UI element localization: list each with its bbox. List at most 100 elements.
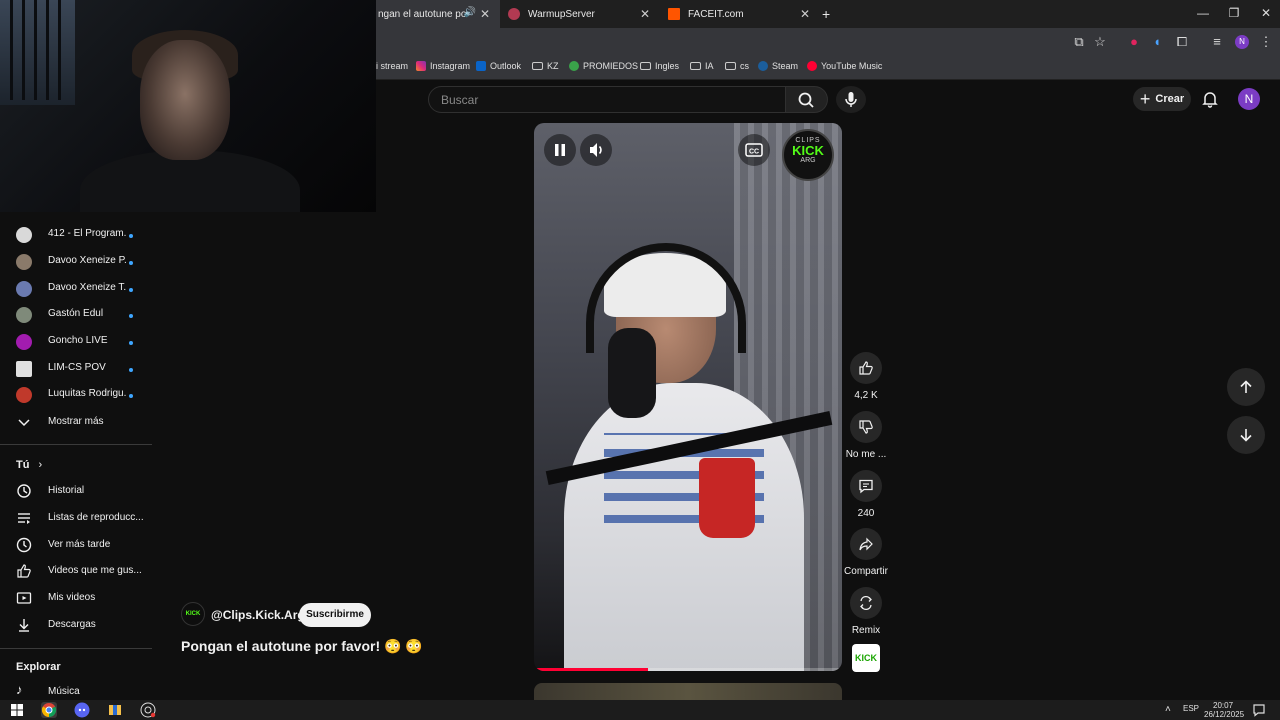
video-microphone [608,328,656,418]
bookmark-cs[interactable]: cs [725,61,749,71]
close-tab-icon[interactable]: ✕ [640,7,650,21]
video-red-cup [699,458,755,538]
subscription-name: Davoo Xeneize T... [48,282,126,293]
media-icon[interactable]: ≡ [1208,34,1226,50]
promiedos-icon [569,61,579,71]
obs-icon[interactable] [140,702,156,718]
pause-button[interactable] [544,134,576,166]
minimize-icon[interactable]: — [1193,6,1213,20]
next-short-button[interactable] [1227,416,1265,454]
channel-thumbnail-text: KICK [855,653,877,663]
search-placeholder: Buscar [441,93,479,107]
bookmark-ingles[interactable]: Ingles [640,61,679,71]
folder-icon [690,62,701,70]
bookmark-steam[interactable]: Steam [758,61,798,71]
chrome-icon[interactable] [41,702,57,718]
faceit-favicon-icon [668,8,680,20]
notifications-bell-icon[interactable] [1200,89,1220,109]
subscription-item[interactable]: Davoo Xeneize P... [0,250,154,276]
extensions-icon[interactable]: ⧠ [1173,34,1191,50]
dislike-button[interactable] [850,411,882,443]
speaker-icon[interactable]: 🔊 [464,7,476,18]
extension-red-icon[interactable]: ● [1125,34,1143,50]
discord-icon[interactable] [74,702,90,718]
comments-button[interactable] [850,470,882,502]
nav-label: Listas de reproducc... [48,512,144,523]
video-title: Pongan el autotune por favor! 😳 😳 [181,638,423,654]
close-window-icon[interactable]: ✕ [1256,6,1276,20]
star-icon[interactable]: ☆ [1091,34,1109,50]
remix-button[interactable] [850,587,882,619]
voice-search-button[interactable] [836,86,866,113]
windows-start-icon[interactable] [9,702,25,718]
channel-avatar[interactable]: KICK [181,602,205,626]
file-explorer-icon[interactable] [107,702,123,718]
bookmark-label: YouTube Music [821,61,883,71]
bookmark-label: cs [740,61,749,71]
bookmark-ia[interactable]: IA [690,61,714,71]
arrow-down-icon [1240,429,1252,442]
video-progress-fill[interactable] [534,668,648,671]
subscription-item[interactable]: Davoo Xeneize T... [0,277,154,303]
nav-downloads[interactable]: Descargas [0,613,154,639]
remix-action[interactable]: Remix [845,587,887,636]
bookmark-instagram[interactable]: Instagram [416,61,470,71]
comments-action[interactable]: 240 [845,470,887,519]
subscribe-button[interactable]: Suscribirme [299,603,371,627]
volume-button[interactable] [580,134,612,166]
create-button[interactable]: + Crear [1133,87,1191,111]
dislike-action[interactable]: No me ... [845,411,887,460]
close-tab-icon[interactable]: ✕ [480,7,490,21]
browser-tab-warmup[interactable]: WarmupServer ✕ [500,0,660,28]
bookmark-label: Instagram [430,61,471,71]
nav-playlists[interactable]: Listas de reproducc... [0,506,154,532]
cast-icon[interactable]: ⧉ [1070,34,1088,50]
you-section-title[interactable]: Tú › [16,459,42,471]
restore-icon[interactable]: ❐ [1224,6,1244,20]
clock-date[interactable]: 26/12/2025 [1204,710,1244,719]
search-button[interactable] [786,86,828,113]
kebab-menu-icon[interactable]: ⋮ [1257,34,1275,50]
nav-my-videos[interactable]: Mis videos [0,586,154,612]
like-action[interactable]: 4,2 K [845,352,887,401]
bookmark-stream[interactable]: i stream [376,61,408,71]
channel-thumbnail[interactable]: KICK [852,644,880,672]
bookmark-label: Steam [772,61,799,71]
chevron-up-icon[interactable]: ˄ [1165,704,1171,715]
thumbs-up-icon [16,563,32,579]
clock-time[interactable]: 20:07 [1213,701,1233,710]
bookmark-kz[interactable]: KZ [532,61,559,71]
profile-avatar[interactable]: N [1235,35,1249,49]
subscription-item[interactable]: LIM-CS POV [0,357,154,383]
extension-wave-icon[interactable]: ◖ [1148,34,1166,50]
notification-center-icon[interactable] [1251,702,1267,718]
svg-text:CC: CC [749,149,759,156]
subscription-item[interactable]: Luquitas Rodrigu... [0,383,154,409]
subscription-item[interactable]: Gastón Edul [0,303,154,329]
browser-tab-active[interactable]: ngan el autotune por fav 🔊 ✕ [376,0,500,28]
bookmark-promiedos[interactable]: PROMIEDOS [569,61,638,71]
history-icon [16,483,32,499]
browser-tab-faceit[interactable]: FACEIT.com ✕ [660,0,820,28]
nav-watch-later[interactable]: Ver más tarde [0,533,154,559]
previous-short-button[interactable] [1227,368,1265,406]
channel-handle[interactable]: @Clips.Kick.Arg1 [211,608,311,622]
shorts-video-player[interactable]: CC CLIPS KICK ARG [534,123,842,671]
share-button[interactable] [850,528,882,560]
language-indicator[interactable]: ESP [1183,704,1199,713]
subscription-item[interactable]: Goncho LIVE [0,330,154,356]
playlists-icon [16,510,32,526]
user-avatar[interactable]: N [1238,88,1260,110]
nav-history[interactable]: Historial [0,479,154,505]
close-tab-icon[interactable]: ✕ [800,7,810,21]
like-button[interactable] [850,352,882,384]
plus-icon[interactable]: + [822,0,838,28]
nav-liked-videos[interactable]: Videos que me gus... [0,559,154,585]
captions-button[interactable]: CC [738,134,770,166]
subscription-item[interactable]: 412 - El Program... [0,223,154,249]
search-input[interactable]: Buscar [428,86,786,113]
show-more-button[interactable]: Mostrar más [0,410,154,436]
bookmark-youtube-music[interactable]: YouTube Music [807,61,882,71]
bookmark-outlook[interactable]: Outlook [476,61,521,71]
share-action[interactable]: Compartir [840,528,892,577]
